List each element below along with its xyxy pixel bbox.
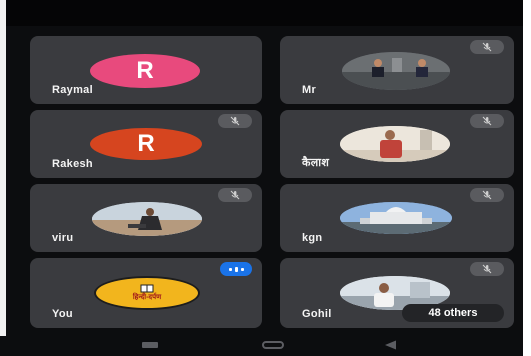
logo-text: हिन्दी-दर्पण [132, 294, 162, 301]
participant-tile-gohil[interactable]: Gohil 48 others [280, 258, 514, 328]
participant-tile-kgn[interactable]: kgn [280, 184, 514, 252]
participant-tile-mr[interactable]: Mr [280, 36, 514, 104]
left-bezel [0, 0, 6, 356]
participant-tile-raymal[interactable]: R Raymal [30, 36, 262, 104]
avatar: R [90, 54, 200, 88]
participant-name: kgn [302, 232, 323, 244]
home-pill-icon[interactable] [262, 341, 284, 349]
status-bar [0, 0, 531, 26]
mic-off-icon [470, 188, 504, 202]
mic-off-icon [470, 40, 504, 54]
avatar-photo [92, 202, 202, 236]
others-count-button[interactable]: 48 others [402, 304, 504, 322]
meeting-screen: R Raymal Mr R Rakesh कैलाश viru kgn हिन्… [0, 0, 531, 356]
participant-tile-viru[interactable]: viru [30, 184, 262, 252]
participant-tile-rakesh[interactable]: R Rakesh [30, 110, 262, 178]
avatar-photo [340, 202, 452, 234]
avatar: R [90, 128, 202, 160]
avatar-logo: हिन्दी-दर्पण [94, 276, 200, 310]
participant-name: कैलाश [302, 157, 330, 169]
participant-name: Gohil [302, 308, 332, 320]
participant-name: viru [52, 232, 74, 244]
mic-off-icon [470, 114, 504, 128]
mic-off-icon [218, 188, 252, 202]
participant-name: Rakesh [52, 158, 93, 170]
participant-name: Mr [302, 84, 317, 96]
participant-name: Raymal [52, 84, 93, 96]
avatar-photo [342, 52, 450, 90]
right-bezel [523, 0, 531, 356]
mic-off-icon [218, 114, 252, 128]
recent-apps-icon[interactable] [142, 342, 158, 348]
participant-name: You [52, 308, 73, 320]
participant-tile-you[interactable]: हिन्दी-दर्पण You [30, 258, 262, 328]
back-triangle-icon[interactable] [384, 340, 398, 350]
avatar-initial: R [136, 57, 154, 84]
avatar-initial: R [137, 130, 155, 157]
mic-off-icon [470, 262, 504, 276]
navigation-bar [0, 336, 523, 356]
avatar-photo [340, 126, 450, 162]
participant-tile-kailash[interactable]: कैलाश [280, 110, 514, 178]
audio-levels-icon [220, 262, 252, 276]
